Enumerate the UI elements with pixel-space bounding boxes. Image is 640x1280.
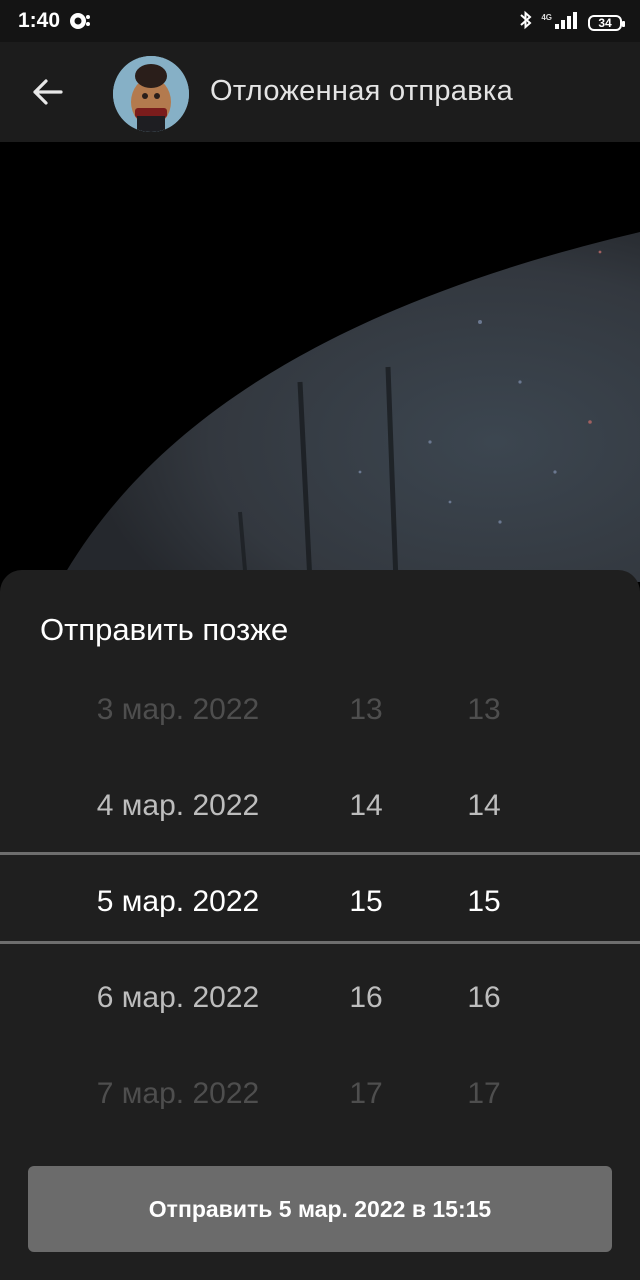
minute-option-selected[interactable]: 15	[434, 854, 534, 950]
notification-icon	[69, 11, 91, 36]
minute-option[interactable]: 14	[434, 758, 534, 854]
status-time: 1:40	[18, 9, 61, 32]
battery-level: 34	[598, 15, 612, 30]
hour-option[interactable]: 17	[316, 1046, 416, 1142]
hour-option[interactable]: 13	[316, 662, 416, 758]
battery-icon: 34	[588, 14, 625, 31]
schedule-sheet: Отправить позже 3 мар. 2022 13 13 4 мар.…	[0, 570, 640, 1280]
date-time-picker[interactable]: 3 мар. 2022 13 13 4 мар. 2022 14 14 5 ма…	[0, 662, 640, 1142]
date-option[interactable]: 7 мар. 2022	[60, 1046, 296, 1142]
minute-option[interactable]: 17	[434, 1046, 534, 1142]
arrow-back-icon	[33, 79, 63, 105]
page-title: Отложенная отправка	[210, 75, 513, 107]
date-option[interactable]: 6 мар. 2022	[60, 950, 296, 1046]
bluetooth-icon	[519, 9, 533, 36]
hour-option-selected[interactable]: 15	[316, 854, 416, 950]
hour-option[interactable]: 16	[316, 950, 416, 1046]
background-photo	[0, 142, 640, 582]
minute-option[interactable]: 13	[434, 662, 534, 758]
status-bar: 1:40 4G 34	[0, 0, 640, 42]
signal-icon	[554, 10, 580, 35]
app-bar: Отложенная отправка	[0, 42, 640, 142]
avatar[interactable]	[113, 56, 189, 132]
picker-row[interactable]: 7 мар. 2022 17 17	[0, 1046, 640, 1142]
status-icons: 4G 34	[519, 9, 625, 36]
network-type: 4G	[541, 12, 552, 22]
selection-divider-bottom	[0, 941, 640, 944]
picker-row[interactable]: 4 мар. 2022 14 14	[0, 758, 640, 854]
back-button[interactable]	[20, 64, 76, 120]
date-option[interactable]: 4 мар. 2022	[60, 758, 296, 854]
picker-row-selected[interactable]: 5 мар. 2022 15 15	[0, 854, 640, 950]
picker-row[interactable]: 3 мар. 2022 13 13	[0, 662, 640, 758]
picker-row[interactable]: 6 мар. 2022 16 16	[0, 950, 640, 1046]
date-option-selected[interactable]: 5 мар. 2022	[60, 854, 296, 950]
hour-option[interactable]: 14	[316, 758, 416, 854]
date-option[interactable]: 3 мар. 2022	[60, 662, 296, 758]
send-scheduled-button[interactable]: Отправить 5 мар. 2022 в 15:15	[28, 1166, 612, 1252]
minute-option[interactable]: 16	[434, 950, 534, 1046]
sheet-title: Отправить позже	[40, 612, 289, 647]
